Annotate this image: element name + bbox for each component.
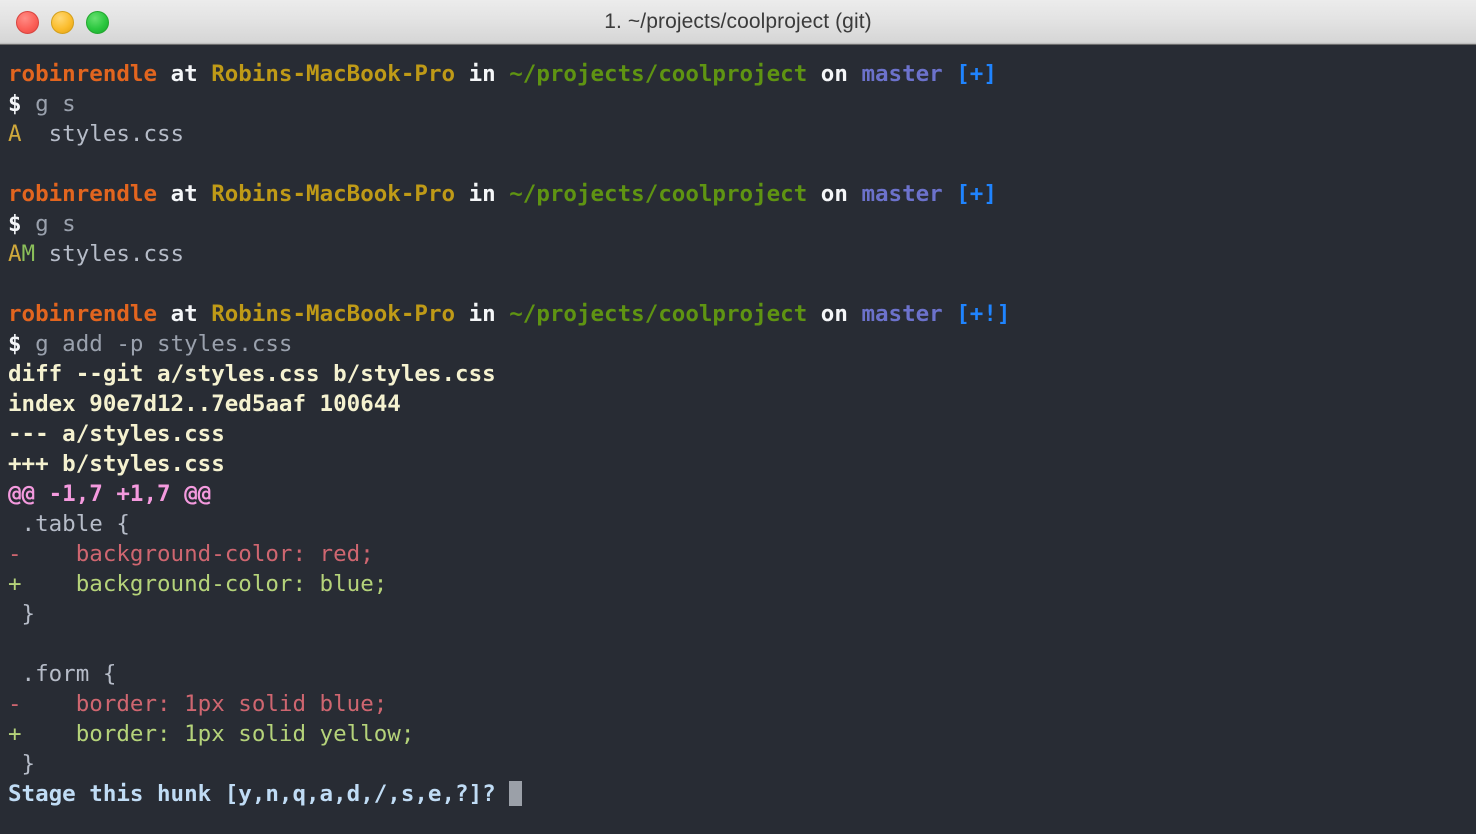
diff-line-deleted: - border: 1px solid blue; <box>8 691 388 717</box>
prompt-sigil: $ <box>8 211 22 237</box>
prompt-user: robinrendle <box>8 61 158 87</box>
status-flag-modified: M <box>21 241 36 267</box>
window-controls <box>0 10 109 34</box>
window-title: 1. ~/projects/coolproject (git) <box>604 10 872 33</box>
stage-hunk-prompt[interactable]: Stage this hunk [y,n,q,a,d,/,s,e,?]? <box>8 779 1466 809</box>
prompt-sigil: $ <box>8 331 22 357</box>
prompt-line: robinrendle at Robins-MacBook-Pro in ~/p… <box>8 299 1466 329</box>
status-file-name: styles.css <box>48 241 185 267</box>
command-text: g s <box>35 211 76 237</box>
status-flag-modified <box>22 121 36 147</box>
diff-line-context <box>8 629 1466 659</box>
prompt-path: ~/projects/coolproject <box>509 301 808 327</box>
diff-header-line: diff --git a/styles.css b/styles.css <box>8 361 496 387</box>
diff-line-deleted: - background-color: red; <box>8 541 374 567</box>
close-button-icon[interactable] <box>16 10 39 34</box>
command-text: g s <box>35 91 76 117</box>
stage-hunk-question: Stage this hunk [y,n,q,a,d,/,s,e,?]? <box>8 781 496 807</box>
status-flag-added: A <box>8 241 22 267</box>
diff-new-file-line: +++ b/styles.css <box>8 451 225 477</box>
prompt-on: on <box>820 61 848 87</box>
prompt-in: in <box>468 61 496 87</box>
prompt-branch: master <box>861 61 943 87</box>
minimize-button-icon[interactable] <box>51 10 74 34</box>
diff-line-inserted: + border: 1px solid yellow; <box>8 721 415 747</box>
prompt-path: ~/projects/coolproject <box>509 61 808 87</box>
status-output-line: AM styles.css <box>8 239 1466 269</box>
prompt-branch: master <box>861 181 943 207</box>
prompt-branch: master <box>861 301 943 327</box>
diff-old-file-line: --- a/styles.css <box>8 421 225 447</box>
terminal-output[interactable]: robinrendle at Robins-MacBook-Pro in ~/p… <box>0 45 1476 834</box>
prompt-line: robinrendle at Robins-MacBook-Pro in ~/p… <box>8 59 1466 89</box>
status-output-line: A styles.css <box>8 119 1466 149</box>
maximize-button-icon[interactable] <box>86 10 109 34</box>
prompt-at: at <box>170 301 198 327</box>
command-text: g add -p styles.css <box>35 331 293 357</box>
text-cursor <box>509 781 523 806</box>
diff-line-context: } <box>8 601 36 627</box>
prompt-on: on <box>820 301 848 327</box>
diff-index-line: index 90e7d12..7ed5aaf 100644 <box>8 391 401 417</box>
command-line: $ g s <box>8 209 1466 239</box>
command-line: $ g add -p styles.css <box>8 329 1466 359</box>
prompt-dirty-indicator: [+] <box>956 181 997 207</box>
command-line: $ g s <box>8 89 1466 119</box>
prompt-at: at <box>170 181 198 207</box>
prompt-user: robinrendle <box>8 181 158 207</box>
title-bar[interactable]: 1. ~/projects/coolproject (git) <box>0 0 1476 45</box>
prompt-in: in <box>468 301 496 327</box>
prompt-host: Robins-MacBook-Pro <box>211 61 456 87</box>
prompt-host: Robins-MacBook-Pro <box>211 181 456 207</box>
prompt-on: on <box>820 181 848 207</box>
status-file-name: styles.css <box>48 121 185 147</box>
diff-line-context: .form { <box>8 661 117 687</box>
terminal-window: 1. ~/projects/coolproject (git) robinren… <box>0 0 1476 834</box>
prompt-path: ~/projects/coolproject <box>509 181 808 207</box>
prompt-dirty-indicator: [+] <box>956 61 997 87</box>
diff-hunk-header: @@ -1,7 +1,7 @@ <box>8 481 212 507</box>
prompt-in: in <box>468 181 496 207</box>
status-flag-added: A <box>8 121 22 147</box>
prompt-user: robinrendle <box>8 301 158 327</box>
prompt-host: Robins-MacBook-Pro <box>211 301 456 327</box>
diff-line-context: } <box>8 751 36 777</box>
prompt-at: at <box>170 61 198 87</box>
prompt-line: robinrendle at Robins-MacBook-Pro in ~/p… <box>8 179 1466 209</box>
diff-line-context: .table { <box>8 511 130 537</box>
prompt-dirty-indicator: [+!] <box>956 301 1011 327</box>
prompt-sigil: $ <box>8 91 22 117</box>
diff-line-inserted: + background-color: blue; <box>8 571 388 597</box>
